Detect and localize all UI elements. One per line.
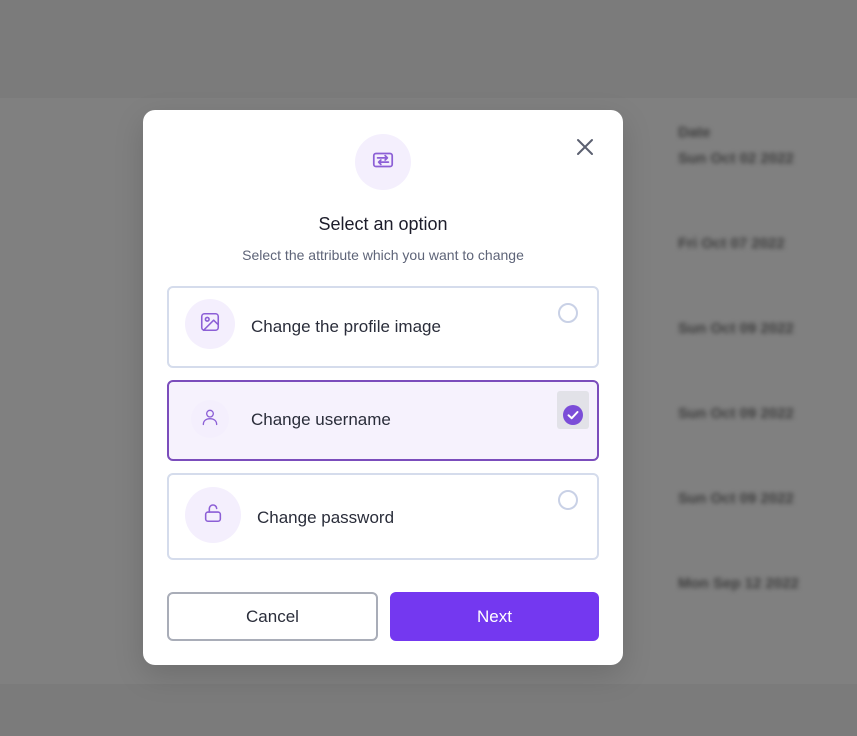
option-radio[interactable] [558, 303, 578, 323]
next-button[interactable]: Next [390, 592, 599, 641]
option-label: Change username [251, 410, 391, 429]
user-icon [200, 407, 220, 432]
swap-arrows-icon [370, 147, 396, 178]
image-icon [199, 311, 221, 338]
close-icon [576, 138, 594, 161]
date-column-header: Date [678, 124, 711, 141]
date-cell: Sun Oct 09 2022 [678, 405, 794, 422]
date-cell: Mon Sep 12 2022 [678, 575, 799, 592]
date-cell: Sun Oct 09 2022 [678, 320, 794, 337]
date-cell: Sun Oct 02 2022 [678, 150, 794, 167]
option-icon-badge [185, 299, 235, 349]
option-icon-badge [191, 400, 229, 438]
date-cell: Sun Oct 09 2022 [678, 490, 794, 507]
option-password[interactable]: Change password [167, 473, 599, 560]
option-profile-image[interactable]: Change the profile image [167, 286, 599, 368]
header-icon-badge [355, 134, 411, 190]
modal-subtitle: Select the attribute which you want to c… [242, 247, 524, 263]
cancel-button[interactable]: Cancel [167, 592, 378, 641]
select-option-modal: Select an option Select the attribute wh… [143, 110, 623, 665]
background-date-column: Date Sun Oct 02 2022 Fri Oct 07 2022 Sun… [678, 120, 848, 660]
date-cell: Fri Oct 07 2022 [678, 235, 785, 252]
close-button[interactable] [573, 137, 597, 161]
check-circle-icon [563, 405, 583, 430]
modal-title: Select an option [318, 214, 448, 234]
option-radio[interactable] [558, 490, 578, 510]
option-label: Change password [257, 508, 395, 527]
option-selected-check[interactable] [557, 391, 589, 429]
option-icon-badge [185, 487, 241, 543]
unlock-icon [202, 502, 224, 529]
option-username[interactable]: Change username [167, 380, 599, 461]
option-label: Change the profile image [251, 317, 441, 336]
